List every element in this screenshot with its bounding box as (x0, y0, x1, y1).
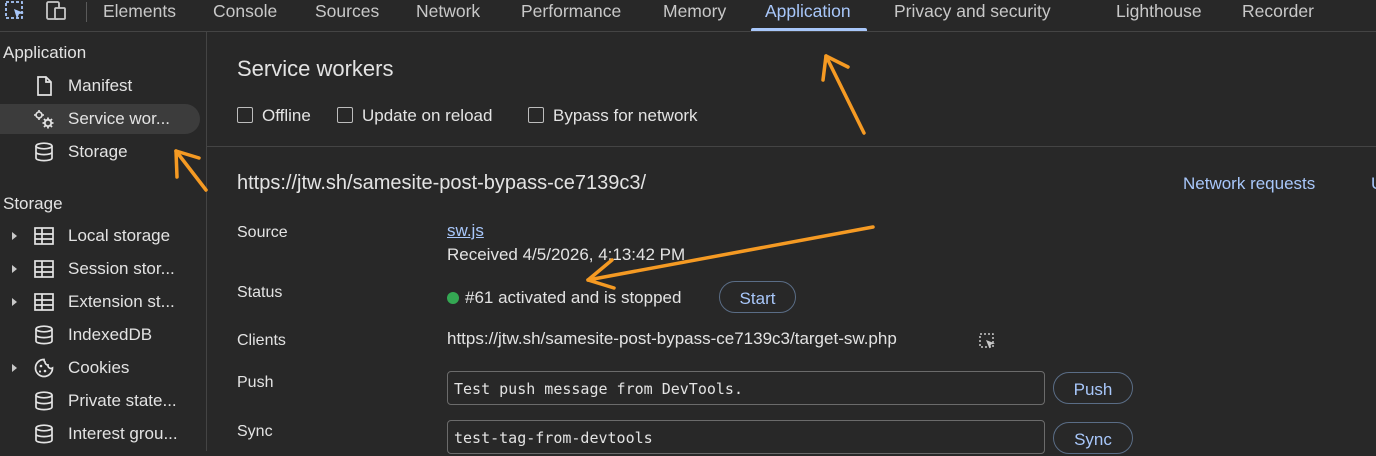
tab-network[interactable]: Network (416, 0, 480, 31)
cookie-icon (34, 358, 54, 378)
expand-arrow-icon[interactable] (12, 232, 17, 240)
sidebar-item-manifest[interactable]: Manifest (0, 71, 200, 101)
sidebar-item-indexeddb[interactable]: IndexedDB (0, 320, 200, 350)
sidebar-item-private-state-tokens[interactable]: Private state... (0, 386, 200, 416)
tab-performance[interactable]: Performance (521, 0, 621, 31)
client-url: https://jtw.sh/samesite-post-bypass-ce71… (447, 329, 897, 348)
network-requests-link[interactable]: Network requests (1183, 174, 1315, 194)
inspect-client-icon[interactable] (978, 332, 998, 352)
sidebar-item-storage[interactable]: Storage (0, 137, 200, 167)
push-message-input[interactable]: Test push message from DevTools. (447, 371, 1045, 405)
devtools-toolbar: Elements Console Sources Network Perform… (0, 0, 1376, 32)
sidebar-item-label: Local storage (68, 226, 171, 245)
sidebar-item-service-workers[interactable]: Service wor... (0, 104, 200, 134)
tab-application[interactable]: Application (751, 0, 867, 31)
database-icon (35, 142, 53, 162)
source-link[interactable]: sw.js (447, 221, 484, 241)
database-icon (35, 325, 53, 345)
tab-console[interactable]: Console (213, 0, 277, 31)
status-text: #61 activated and is stopped (465, 288, 682, 307)
checkbox-label: Offline (262, 106, 311, 125)
tab-lighthouse[interactable]: Lighthouse (1116, 0, 1202, 31)
checkbox-box[interactable] (237, 107, 253, 123)
sidebar-item-interest-groups[interactable]: Interest grou... (0, 419, 200, 449)
sidebar-item-label: Storage (68, 142, 128, 161)
status-label: Status (237, 284, 283, 301)
sidebar-heading-storage[interactable]: Storage (3, 194, 63, 214)
offline-checkbox[interactable]: Offline (237, 106, 311, 126)
checkbox-box[interactable] (528, 107, 544, 123)
bypass-for-network-checkbox[interactable]: Bypass for network (528, 106, 698, 126)
sync-label: Sync (237, 423, 273, 440)
tab-elements[interactable]: Elements (103, 0, 176, 31)
sidebar-item-label: Interest grou... (68, 424, 178, 443)
push-label: Push (237, 374, 274, 391)
service-worker-gear-icon (34, 110, 54, 129)
device-toolbar-icon[interactable] (44, 0, 68, 22)
sidebar-item-label: Service wor... (68, 109, 171, 128)
clients-label: Clients (237, 332, 286, 349)
checkbox-box[interactable] (337, 107, 353, 123)
toolbar-separator (86, 2, 87, 22)
checkbox-label: Update on reload (362, 106, 493, 125)
service-worker-scope-url: https://jtw.sh/samesite-post-bypass-ce71… (237, 172, 647, 194)
received-timestamp: Received 4/5/2026, 4:13:42 PM (447, 245, 686, 264)
sync-tag-input[interactable]: test-tag-from-devtools (447, 420, 1045, 454)
service-workers-panel: Service workers Offline Update on reload… (207, 32, 1376, 454)
sidebar-item-label: IndexedDB (68, 325, 153, 344)
inspect-element-icon[interactable] (4, 0, 28, 22)
tab-sources[interactable]: Sources (315, 0, 379, 31)
file-icon (37, 76, 52, 96)
next-action-link[interactable]: U (1371, 174, 1376, 194)
sidebar-item-label: Cookies (68, 358, 130, 377)
sidebar-item-label: Private state... (68, 391, 177, 410)
database-icon (35, 424, 53, 444)
status-dot-icon (447, 292, 459, 304)
table-icon (34, 293, 54, 311)
section-divider (207, 146, 1376, 147)
table-icon (34, 227, 54, 245)
sync-button[interactable]: Sync (1053, 422, 1133, 454)
tab-memory[interactable]: Memory (663, 0, 726, 31)
tab-recorder[interactable]: Recorder (1242, 0, 1314, 31)
expand-arrow-icon[interactable] (12, 265, 17, 273)
sidebar-item-label: Session stor... (68, 259, 175, 278)
push-button[interactable]: Push (1053, 372, 1133, 404)
update-on-reload-checkbox[interactable]: Update on reload (337, 106, 492, 126)
expand-arrow-icon[interactable] (12, 298, 17, 306)
application-sidebar: Application Manifest Service wor... Stor… (0, 32, 207, 451)
sidebar-item-label: Manifest (68, 76, 133, 95)
checkbox-label: Bypass for network (553, 106, 698, 125)
start-button[interactable]: Start (719, 281, 796, 313)
sidebar-item-session-storage[interactable]: Session stor... (0, 254, 200, 284)
expand-arrow-icon[interactable] (12, 364, 17, 372)
tab-privacy-and-security[interactable]: Privacy and security (894, 0, 1051, 31)
table-icon (34, 260, 54, 278)
sidebar-heading-application[interactable]: Application (3, 43, 86, 63)
database-icon (35, 391, 53, 411)
sidebar-item-label: Extension st... (68, 292, 175, 311)
sidebar-item-cookies[interactable]: Cookies (0, 353, 200, 383)
page-title: Service workers (237, 56, 394, 81)
status-value: #61 activated and is stopped (447, 288, 681, 308)
sidebar-item-extension-storage[interactable]: Extension st... (0, 287, 200, 317)
sidebar-item-local-storage[interactable]: Local storage (0, 221, 200, 251)
source-label: Source (237, 224, 288, 241)
